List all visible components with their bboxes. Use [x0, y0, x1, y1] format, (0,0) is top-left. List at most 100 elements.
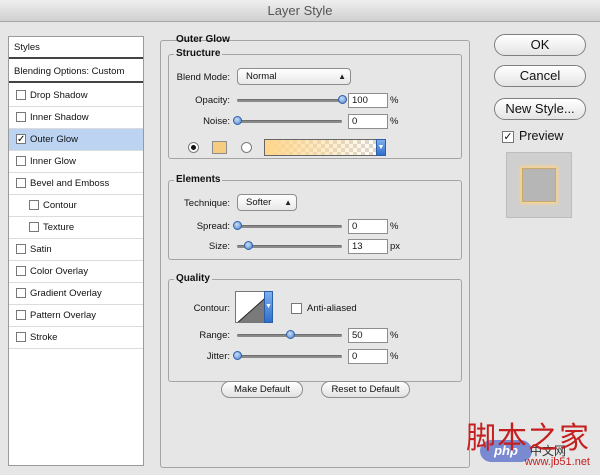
jitter-label: Jitter: [206, 351, 230, 362]
range-slider-thumb[interactable] [285, 330, 295, 339]
checkbox-icon[interactable] [29, 200, 39, 210]
size-label: Size: [208, 241, 230, 252]
noise-unit: % [390, 116, 399, 127]
style-item-gradient-overlay[interactable]: Gradient Overlay [9, 283, 143, 305]
noise-slider-thumb[interactable] [233, 116, 242, 125]
technique-value: Softer [246, 197, 272, 208]
checkbox-icon[interactable] [16, 244, 26, 254]
style-item-pattern-overlay[interactable]: Pattern Overlay [9, 305, 143, 327]
jitter-input[interactable]: 0 [348, 349, 388, 364]
style-item-label: Contour [43, 200, 77, 211]
checked-checkbox-icon[interactable]: ✓ [16, 134, 26, 145]
style-item-label: Bevel and Emboss [30, 178, 110, 189]
anti-aliased-checkbox[interactable] [291, 303, 302, 314]
solid-color-radio[interactable] [188, 142, 199, 153]
style-item-inner-shadow[interactable]: Inner Shadow [9, 107, 143, 129]
size-unit: px [390, 241, 401, 252]
style-item-label: Texture [43, 222, 75, 233]
blend-mode-select[interactable]: Normal ▲ [237, 68, 351, 85]
size-input[interactable]: 13 [348, 239, 388, 254]
style-item-label: Drop Shadow [30, 90, 88, 101]
range-input[interactable]: 50 [348, 328, 388, 343]
preview-swatch [522, 168, 556, 202]
ok-button[interactable]: OK [494, 34, 586, 56]
checkbox-icon[interactable] [16, 156, 26, 166]
style-item-texture[interactable]: Texture [9, 217, 143, 239]
range-label: Range: [199, 330, 230, 341]
style-item-label: Satin [30, 244, 52, 255]
style-item-drop-shadow[interactable]: Drop Shadow [9, 85, 143, 107]
blend-mode-label: Blend Mode: [176, 72, 230, 83]
glow-color-swatch[interactable] [212, 141, 227, 154]
spread-input[interactable]: 0 [348, 219, 388, 234]
contour-label: Contour: [193, 303, 230, 314]
spread-slider-thumb[interactable] [233, 221, 242, 230]
spread-slider-track[interactable] [237, 225, 342, 228]
noise-slider-track[interactable] [237, 120, 342, 123]
layer-style-dialog: Styles Blending Options: Custom Drop Sha… [0, 23, 600, 475]
style-item-label: Gradient Overlay [30, 288, 102, 299]
new-style-button[interactable]: New Style... [494, 98, 586, 120]
style-item-outer-glow[interactable]: ✓ Outer Glow [9, 129, 143, 151]
style-item-inner-glow[interactable]: Inner Glow [9, 151, 143, 173]
structure-title: Structure [174, 48, 223, 59]
checkbox-icon[interactable] [16, 178, 26, 188]
opacity-unit: % [390, 95, 399, 106]
style-item-label: Inner Shadow [30, 112, 89, 123]
style-item-contour[interactable]: Contour [9, 195, 143, 217]
blending-options-item[interactable]: Blending Options: Custom [9, 61, 143, 83]
check-icon: ✓ [503, 131, 513, 143]
styles-header[interactable]: Styles [9, 37, 143, 59]
technique-label: Technique: [184, 198, 230, 209]
watermark-cn: 脚本之家 [466, 421, 590, 456]
style-item-label: Stroke [30, 332, 58, 343]
opacity-label: Opacity: [195, 95, 230, 106]
checkbox-icon[interactable] [16, 288, 26, 298]
preview-checkbox[interactable]: ✓ [502, 131, 514, 143]
style-item-color-overlay[interactable]: Color Overlay [9, 261, 143, 283]
style-item-bevel-and-emboss[interactable]: Bevel and Emboss [9, 173, 143, 195]
style-item-label: Outer Glow [30, 134, 79, 145]
noise-label: Noise: [203, 116, 230, 127]
chevron-down-icon[interactable]: ▼ [376, 139, 386, 156]
style-item-satin[interactable]: Satin [9, 239, 143, 261]
checkbox-icon[interactable] [16, 266, 26, 276]
preview-label: Preview [519, 129, 564, 143]
jitter-slider-thumb[interactable] [233, 351, 242, 360]
jitter-unit: % [390, 351, 399, 362]
style-item-label: Pattern Overlay [30, 310, 96, 321]
opacity-slider-track[interactable] [237, 99, 342, 102]
updown-arrow-icon: ▲ [338, 72, 346, 81]
elements-title: Elements [174, 174, 223, 185]
window-title: Layer Style [0, 0, 600, 22]
style-preview [506, 152, 572, 218]
updown-arrow-icon: ▲ [284, 198, 292, 207]
contour-dropdown-arrow[interactable]: ▼ [264, 291, 273, 323]
jitter-slider-track[interactable] [237, 355, 342, 358]
spread-label: Spread: [196, 221, 230, 232]
gradient-radio[interactable] [241, 142, 252, 153]
checkbox-icon[interactable] [16, 112, 26, 122]
style-item-label: Inner Glow [30, 156, 76, 167]
make-default-button[interactable]: Make Default [221, 381, 303, 398]
reset-to-default-button[interactable]: Reset to Default [321, 381, 410, 398]
watermark-url: www.jb51.net [524, 456, 590, 468]
quality-title: Quality [174, 273, 212, 284]
checkbox-icon[interactable] [16, 90, 26, 100]
site-watermark: 脚本之家 www.jb51.net [466, 421, 590, 469]
checkbox-icon[interactable] [16, 310, 26, 320]
blend-mode-value: Normal [246, 71, 277, 82]
noise-input[interactable]: 0 [348, 114, 388, 129]
checkbox-icon[interactable] [16, 332, 26, 342]
opacity-slider-thumb[interactable] [338, 95, 347, 104]
opacity-input[interactable]: 100 [348, 93, 388, 108]
technique-select[interactable]: Softer ▲ [237, 194, 297, 211]
range-unit: % [390, 330, 399, 341]
checkbox-icon[interactable] [29, 222, 39, 232]
cancel-button[interactable]: Cancel [494, 65, 586, 87]
style-item-stroke[interactable]: Stroke [9, 327, 143, 349]
spread-unit: % [390, 221, 399, 232]
glow-gradient-picker[interactable]: ▼ [264, 139, 386, 156]
styles-list: Styles Blending Options: Custom Drop Sha… [8, 36, 144, 466]
style-item-label: Color Overlay [30, 266, 89, 277]
